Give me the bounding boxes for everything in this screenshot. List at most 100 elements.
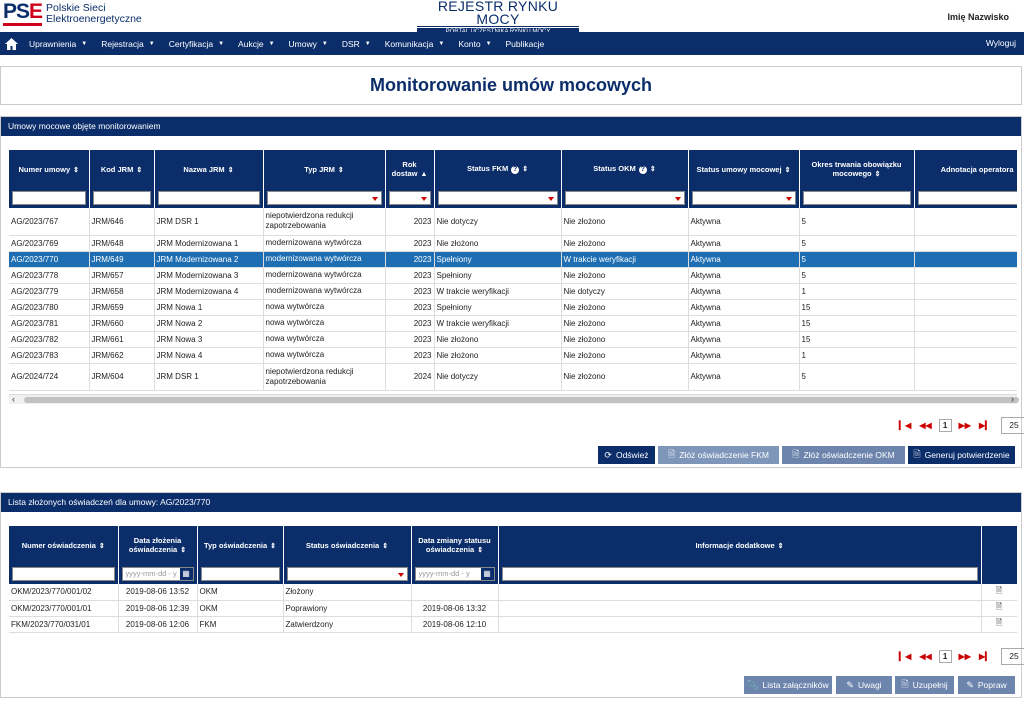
sort-icon[interactable]: ⇕ (99, 543, 105, 550)
pdf-icon[interactable]: 🗎 (996, 586, 1002, 595)
filter-input[interactable] (12, 567, 115, 581)
sort-icon[interactable]: ⇕ (382, 543, 388, 550)
nav-item-5[interactable]: DSR ▼ (335, 32, 378, 55)
pdf-icon[interactable]: 🗎 (996, 618, 1002, 627)
filter-select[interactable] (388, 191, 431, 205)
table-row[interactable]: AG/2023/779 JRM/658 JRM Modernizowana 4 mod… (9, 283, 1017, 300)
nav-item-0[interactable]: Uprawnienia ▼ (22, 32, 94, 55)
nav-item-2[interactable]: Certyfikacja ▼ (162, 32, 231, 55)
correct-button[interactable]: ✎ Popraw (958, 676, 1015, 694)
pdf-icon[interactable]: 🗎 (996, 602, 1002, 611)
filter-input[interactable] (12, 191, 86, 205)
sort-icon[interactable]: ⇕ (477, 547, 483, 554)
filter-input[interactable] (802, 191, 911, 205)
sort-icon[interactable]: ⇕ (778, 543, 784, 550)
generate-confirmation-button[interactable]: 🗎 Generuj potwierdzenie (908, 446, 1015, 464)
column-header[interactable]: Status OKM? ⇕ (561, 150, 689, 188)
column-header[interactable]: Informacje dodatkowe ⇕ (498, 526, 982, 564)
nav-item-3[interactable]: Aukcje ▼ (231, 32, 281, 55)
portal-logo[interactable]: REJESTR RYNKU MOCY PORTAL UCZESTNIKA RYN… (417, 0, 579, 36)
column-header[interactable]: Kod JRM ⇕ (89, 150, 155, 188)
table-row[interactable]: FKM/2023/770/031/01 2019-08-06 12:06 FKM Za… (9, 616, 1017, 633)
sort-icon[interactable]: ⇕ (875, 171, 881, 178)
next-page-icon[interactable]: ▶▶ (959, 652, 971, 661)
user-name[interactable]: Imię Nazwisko (947, 12, 1009, 22)
filter-input[interactable] (157, 191, 260, 205)
table-row[interactable]: AG/2023/778 JRM/657 JRM Modernizowana 3 mod… (9, 267, 1017, 284)
refresh-button[interactable]: ⟳ Odśwież (598, 446, 655, 464)
table-row[interactable]: AG/2024/724 JRM/604 JRM DSR 1 niepotwierdzo… (9, 363, 1017, 391)
nav-item-8[interactable]: Publikacje (499, 32, 552, 55)
table-row[interactable]: AG/2023/769 JRM/648 JRM Modernizowana 1 mod… (9, 235, 1017, 252)
filter-input[interactable] (92, 191, 151, 205)
nav-item-6[interactable]: Komunikacja ▼ (378, 32, 452, 55)
table-row[interactable]: AG/2023/783 JRM/662 JRM Nowa 4 nowa wytwórc… (9, 347, 1017, 364)
first-page-icon[interactable]: ▎◀ (899, 652, 911, 661)
filter-select[interactable] (266, 191, 382, 205)
logout-link[interactable]: Wyloguj (986, 38, 1016, 48)
first-page-icon[interactable]: ▎◀ (899, 421, 911, 430)
nav-item-1[interactable]: Rejestracja ▼ (94, 32, 161, 55)
column-header[interactable]: Nazwa JRM ⇕ (154, 150, 264, 188)
sort-icon[interactable]: ⇕ (180, 547, 186, 554)
sort-icon[interactable]: ⇕ (136, 167, 142, 174)
sort-icon[interactable]: ⇕ (338, 167, 344, 174)
help-icon[interactable]: ? (638, 166, 647, 174)
scroll-right-icon[interactable]: › (1011, 394, 1014, 404)
prev-page-icon[interactable]: ◀◀ (919, 652, 931, 661)
supplement-button[interactable]: 🗎 Uzupełnij (895, 676, 954, 694)
sort-icon[interactable]: ⇕ (228, 167, 234, 174)
next-page-icon[interactable]: ▶▶ (959, 421, 971, 430)
filter-input[interactable] (200, 567, 280, 581)
page-size-select[interactable]: 25 (1001, 648, 1024, 665)
table-row[interactable]: AG/2023/770 JRM/649 JRM Modernizowana 2 mod… (9, 251, 1017, 268)
sort-icon[interactable]: ⇕ (785, 167, 791, 174)
last-page-icon[interactable]: ▶▎ (979, 652, 991, 661)
submit-fkm-button[interactable]: 🗎 Złóż oświadczenie FKM (658, 446, 779, 464)
column-header[interactable]: Data złożenia oświadczenia ⇕ (118, 526, 198, 564)
filter-date[interactable]: yyyy-mm-dd - y ▦ (121, 567, 194, 581)
table-row[interactable]: OKM/2023/770/001/02 2019-08-06 13:52 OKM Zł… (9, 584, 1017, 601)
sort-icon[interactable]: ⇕ (270, 543, 276, 550)
column-header[interactable]: Numer umowy ⇕ (9, 150, 90, 188)
page-number[interactable]: 1 (938, 650, 952, 663)
remarks-button[interactable]: ✎ Uwagi (836, 676, 892, 694)
scroll-left-icon[interactable]: ‹ (12, 394, 15, 404)
table-row[interactable]: OKM/2023/770/001/01 2019-08-06 12:39 OKM Po… (9, 600, 1017, 617)
page-number[interactable]: 1 (938, 419, 952, 432)
column-header[interactable]: Rok dostaw ▲ (385, 150, 435, 188)
column-header[interactable]: Adnotacja operatora⇕ (914, 150, 1017, 188)
column-header[interactable]: Data zmiany statusu oświadczenia ⇕ (411, 526, 499, 564)
calendar-icon[interactable]: ▦ (179, 568, 193, 580)
calendar-icon[interactable]: ▦ (480, 568, 494, 580)
table-row[interactable]: AG/2023/781 JRM/660 JRM Nowa 2 nowa wytwórc… (9, 315, 1017, 332)
filter-select[interactable] (691, 191, 796, 205)
filter-select[interactable] (437, 191, 558, 205)
column-header[interactable]: Typ JRM ⇕ (263, 150, 386, 188)
nav-item-7[interactable]: Konto ▼ (451, 32, 498, 55)
table-row[interactable]: AG/2023/767 JRM/646 JRM DSR 1 niepotwierdzo… (9, 208, 1017, 236)
filter-date[interactable]: yyyy-mm-dd - y ▦ (414, 567, 495, 581)
last-page-icon[interactable]: ▶▎ (979, 421, 991, 430)
sort-icon[interactable]: ⇕ (650, 166, 656, 173)
help-icon[interactable]: ? (511, 166, 520, 174)
column-header[interactable]: Numer oświadczenia ⇕ (9, 526, 119, 564)
attachments-list-button[interactable]: 📎 Lista załączników (744, 676, 832, 694)
home-icon[interactable] (0, 32, 22, 55)
column-header[interactable]: Status umowy mocowej ⇕ (688, 150, 800, 188)
column-header[interactable]: Status oświadczenia ⇕ (283, 526, 412, 564)
page-size-select[interactable]: 25 (1001, 417, 1024, 434)
nav-item-4[interactable]: Umowy ▼ (282, 32, 335, 55)
prev-page-icon[interactable]: ◀◀ (919, 421, 931, 430)
contracts-hscrollbar[interactable]: ‹ › (9, 394, 1019, 404)
column-header[interactable]: Typ oświadczenia ⇕ (197, 526, 284, 564)
submit-okm-button[interactable]: 🗎 Złóż oświadczenie OKM (782, 446, 905, 464)
filter-select[interactable] (564, 191, 685, 205)
table-row[interactable]: AG/2023/780 JRM/659 JRM Nowa 1 nowa wytwórc… (9, 299, 1017, 316)
filter-input[interactable] (501, 567, 978, 581)
column-header[interactable]: Okres trwania obowiązku mocowego ⇕ (799, 150, 915, 188)
sort-icon[interactable]: ▲ (420, 171, 427, 178)
sort-icon[interactable]: ⇕ (73, 167, 79, 174)
pse-logo[interactable]: PSE Polskie Sieci Elektroenergetyczne (3, 1, 142, 26)
scroll-thumb[interactable] (24, 397, 1019, 403)
